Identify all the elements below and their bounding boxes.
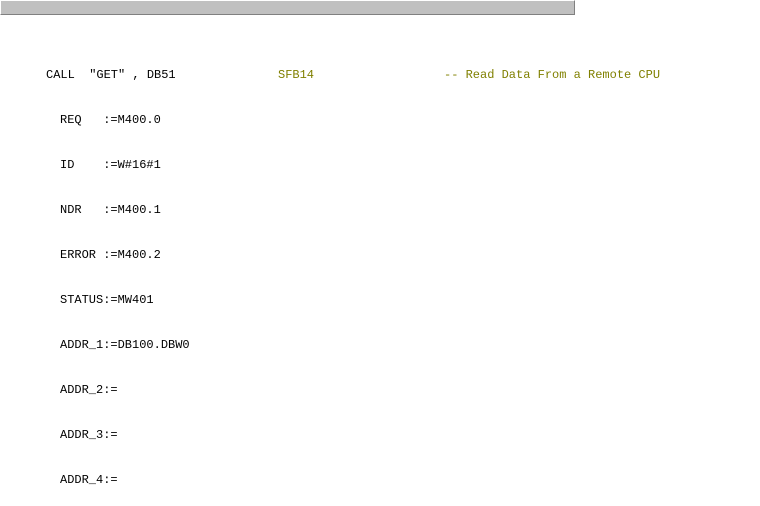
param-line: ERROR :=M400.2 — [0, 248, 760, 263]
param-line: STATUS:=MW401 — [0, 293, 760, 308]
param-line: REQ :=M400.0 — [0, 113, 760, 128]
param-line: ID :=W#16#1 — [0, 158, 760, 173]
param-line: ADDR_1:=DB100.DBW0 — [0, 338, 760, 353]
param-line: ADDR_2:= — [0, 383, 760, 398]
call-text: CALL "GET" , DB51 — [46, 68, 278, 83]
call-comment: -- Read Data From a Remote CPU — [444, 68, 660, 83]
sfb-label: SFB14 — [278, 68, 444, 83]
call-line-1: CALL "GET" , DB51 SFB14 -- Read Data Fro… — [0, 68, 760, 83]
param-line: ADDR_4:= — [0, 473, 760, 488]
header-bar — [0, 0, 575, 15]
param-line: ADDR_3:= — [0, 428, 760, 443]
code-listing: CALL "GET" , DB51 SFB14 -- Read Data Fro… — [0, 15, 760, 506]
param-line: NDR :=M400.1 — [0, 203, 760, 218]
